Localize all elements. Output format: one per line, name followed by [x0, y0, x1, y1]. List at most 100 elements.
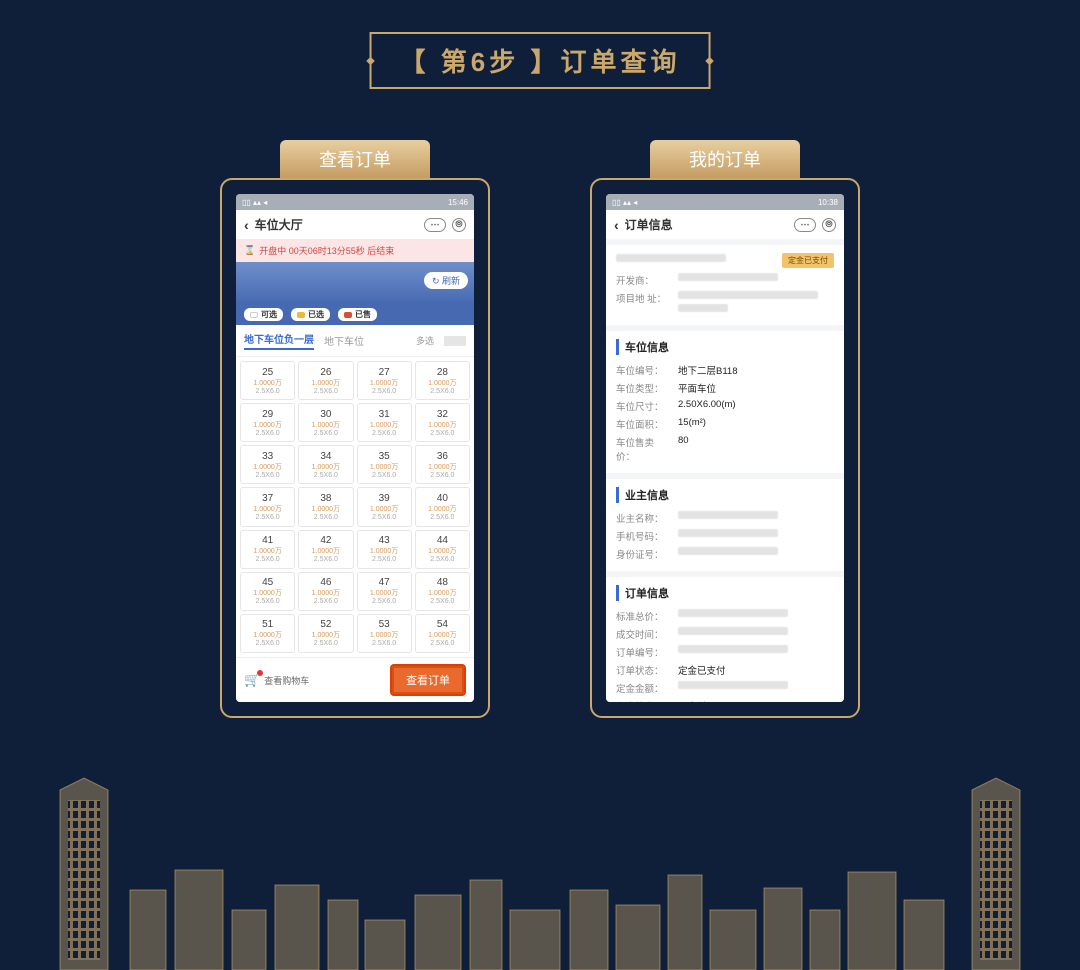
parking-cell[interactable]: 291.0000万2.5X6.0: [240, 403, 295, 442]
info-value: 地下二层B118: [678, 363, 737, 377]
parking-cell[interactable]: 411.0000万2.5X6.0: [240, 530, 295, 569]
info-row: 身份证号：: [616, 545, 834, 563]
parking-cell[interactable]: 521.0000万2.5X6.0: [298, 614, 353, 653]
address-label: 项目地 址：: [616, 291, 670, 315]
parking-cell[interactable]: 541.0000万2.5X6.0: [415, 614, 470, 653]
parking-cell[interactable]: 481.0000万2.5X6.0: [415, 572, 470, 611]
status-time: 15:46: [448, 198, 468, 207]
parking-cell[interactable]: 431.0000万2.5X6.0: [357, 530, 412, 569]
tab-count-label: 多选: [416, 334, 434, 347]
info-row: 车位售卖价：80: [616, 433, 834, 465]
cell-price: 1.0000万: [312, 504, 340, 514]
cell-price: 1.0000万: [312, 420, 340, 430]
cell-price: 1.0000万: [428, 378, 456, 388]
more-icon[interactable]: ⋯: [424, 218, 446, 232]
cell-number: 33: [262, 451, 273, 462]
info-row: 订单状态：定金已支付: [616, 661, 834, 679]
section-title-parking: 车位信息: [616, 339, 834, 355]
parking-cell[interactable]: 281.0000万2.5X6.0: [415, 361, 470, 400]
parking-grid: 251.0000万2.5X6.0261.0000万2.5X6.0271.0000…: [236, 357, 474, 657]
cell-price: 1.0000万: [253, 630, 281, 640]
cell-dim: 2.5X6.0: [314, 514, 338, 521]
parking-cell[interactable]: 341.0000万2.5X6.0: [298, 445, 353, 484]
cell-number: 29: [262, 409, 273, 420]
parking-cell[interactable]: 461.0000万2.5X6.0: [298, 572, 353, 611]
cell-dim: 2.5X6.0: [256, 598, 280, 605]
info-key: 定金金额：: [616, 681, 670, 695]
section-title-owner: 业主信息: [616, 487, 834, 503]
cell-price: 1.0000万: [312, 588, 340, 598]
info-key: 身份证号：: [616, 547, 670, 561]
cell-dim: 2.5X6.0: [430, 472, 454, 479]
info-value: 15(m²): [678, 417, 706, 431]
more-icon[interactable]: ⋯: [794, 218, 816, 232]
parking-cell[interactable]: 401.0000万2.5X6.0: [415, 487, 470, 526]
parking-cell[interactable]: 511.0000万2.5X6.0: [240, 614, 295, 653]
phone-left: 查看订单 ▯▯ ▴▴ ◂ 15:46 ‹ 车位大厅 ⋯ ⦾ ⌛ 开盘中 00天0…: [220, 140, 490, 718]
cell-number: 31: [379, 409, 390, 420]
cell-dim: 2.5X6.0: [372, 598, 396, 605]
parking-cell[interactable]: 251.0000万2.5X6.0: [240, 361, 295, 400]
parking-cell[interactable]: 471.0000万2.5X6.0: [357, 572, 412, 611]
bottom-bar: 🛒 查看购物车 查看订单: [236, 657, 474, 702]
phones-row: 查看订单 ▯▯ ▴▴ ◂ 15:46 ‹ 车位大厅 ⋯ ⦾ ⌛ 开盘中 00天0…: [0, 140, 1080, 718]
tab-b0[interactable]: 地下车位: [324, 333, 364, 348]
parking-cell[interactable]: 311.0000万2.5X6.0: [357, 403, 412, 442]
cell-price: 1.0000万: [370, 420, 398, 430]
info-row: 成交时间：: [616, 625, 834, 643]
cell-number: 40: [437, 493, 448, 504]
cell-price: 1.0000万: [428, 546, 456, 556]
cell-number: 38: [320, 493, 331, 504]
cell-price: 1.0000万: [312, 462, 340, 472]
cell-price: 1.0000万: [253, 420, 281, 430]
cart-icon[interactable]: 🛒: [244, 672, 260, 688]
parking-cell[interactable]: 261.0000万2.5X6.0: [298, 361, 353, 400]
info-key: 订单编号：: [616, 645, 670, 659]
parking-cell[interactable]: 421.0000万2.5X6.0: [298, 530, 353, 569]
view-order-button[interactable]: 查看订单: [390, 664, 466, 696]
info-key: 业主名称：: [616, 511, 670, 525]
info-row: 定金金额：: [616, 679, 834, 697]
cell-dim: 2.5X6.0: [430, 430, 454, 437]
tab-b1[interactable]: 地下车位负一层: [244, 331, 314, 350]
cell-dim: 2.5X6.0: [256, 388, 280, 395]
cell-dim: 2.5X6.0: [372, 472, 396, 479]
close-icon[interactable]: ⦾: [822, 218, 836, 232]
cell-price: 1.0000万: [312, 378, 340, 388]
parking-cell[interactable]: 361.0000万2.5X6.0: [415, 445, 470, 484]
parking-cell[interactable]: 391.0000万2.5X6.0: [357, 487, 412, 526]
cell-price: 1.0000万: [428, 462, 456, 472]
back-icon[interactable]: ‹: [244, 217, 249, 233]
cell-price: 1.0000万: [370, 378, 398, 388]
right-tab-label: 我的订单: [650, 140, 800, 178]
info-key: 车位售卖价：: [616, 435, 670, 463]
status-signal-icon: ▯▯ ▴▴ ◂: [612, 198, 637, 207]
close-icon[interactable]: ⦾: [452, 218, 466, 232]
cell-price: 1.0000万: [428, 630, 456, 640]
cart-text[interactable]: 查看购物车: [264, 674, 309, 687]
parking-cell[interactable]: 531.0000万2.5X6.0: [357, 614, 412, 653]
parking-cell[interactable]: 271.0000万2.5X6.0: [357, 361, 412, 400]
info-row: 业主名称：: [616, 509, 834, 527]
parking-cell[interactable]: 331.0000万2.5X6.0: [240, 445, 295, 484]
parking-cell[interactable]: 441.0000万2.5X6.0: [415, 530, 470, 569]
cell-price: 1.0000万: [428, 504, 456, 514]
parking-cell[interactable]: 301.0000万2.5X6.0: [298, 403, 353, 442]
info-row: 标准总价：: [616, 607, 834, 625]
parking-cell[interactable]: 371.0000万2.5X6.0: [240, 487, 295, 526]
parking-cell[interactable]: 351.0000万2.5X6.0: [357, 445, 412, 484]
phone-frame-right: ▯▯ ▴▴ ◂ 10:38 ‹ 订单信息 ⋯ ⦾ 定金已支付: [590, 178, 860, 718]
refresh-button[interactable]: ↻ 刷新: [424, 272, 468, 289]
cell-dim: 2.5X6.0: [372, 514, 396, 521]
back-icon[interactable]: ‹: [614, 217, 619, 233]
cell-dim: 2.5X6.0: [430, 640, 454, 647]
cell-number: 47: [379, 577, 390, 588]
title-bar: ‹ 订单信息 ⋯ ⦾: [606, 210, 844, 239]
legend-sold: 已售: [338, 308, 377, 321]
info-row: 车位尺寸：2.50X6.00(m): [616, 397, 834, 415]
cell-number: 52: [320, 619, 331, 630]
parking-cell[interactable]: 381.0000万2.5X6.0: [298, 487, 353, 526]
cell-number: 43: [379, 535, 390, 546]
parking-cell[interactable]: 321.0000万2.5X6.0: [415, 403, 470, 442]
parking-cell[interactable]: 451.0000万2.5X6.0: [240, 572, 295, 611]
